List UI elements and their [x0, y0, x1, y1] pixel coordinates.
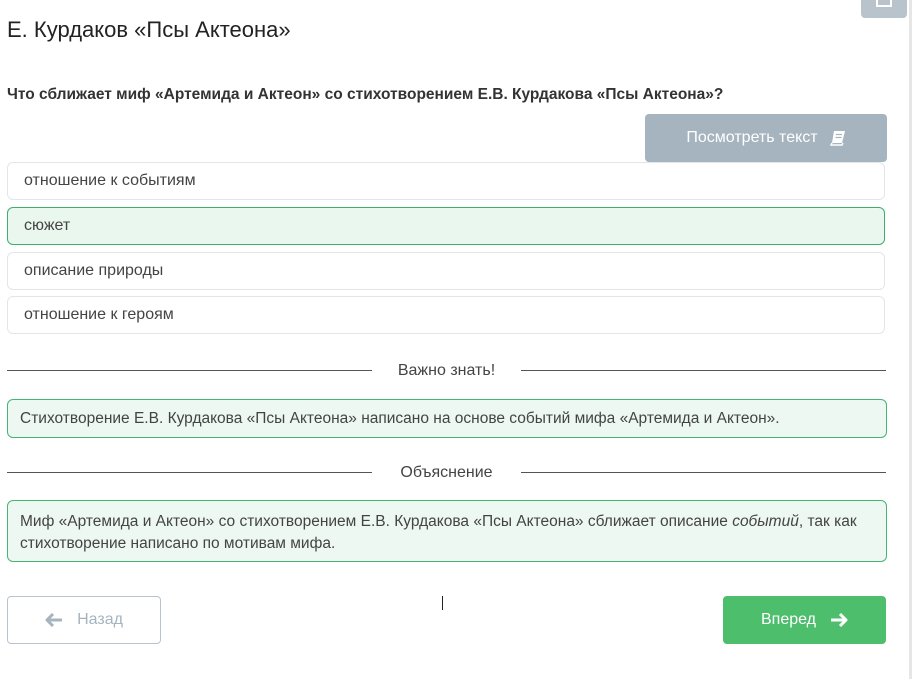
view-text-button-label: Посмотреть текст: [686, 129, 818, 146]
back-button-label: Назад: [77, 611, 123, 628]
view-text-button[interactable]: Посмотреть текст: [645, 114, 887, 162]
answer-option-label: сюжет: [24, 217, 71, 234]
important-text: Стихотворение Е.В. Курдакова «Псы Актеон…: [20, 409, 780, 427]
answer-option-selected[interactable]: сюжет: [7, 207, 885, 245]
arrow-right-icon: [831, 613, 848, 627]
book-icon: [829, 131, 845, 146]
important-box: Стихотворение Е.В. Курдакова «Псы Актеон…: [7, 399, 887, 438]
page-title: Е. Курдаков «Псы Актеона»: [7, 17, 291, 42]
next-button[interactable]: Вперед: [723, 596, 886, 644]
explanation-text: Миф «Артемида и Актеон» со стихотворение…: [20, 513, 733, 530]
answer-option-label: отношение к героям: [24, 306, 174, 323]
explanation-divider: Объяснение: [7, 463, 886, 483]
next-button-label: Вперед: [760, 611, 816, 628]
answer-option-label: отношение к событиям: [24, 172, 196, 189]
answer-option[interactable]: отношение к событиям: [7, 162, 885, 200]
divider-line: [521, 370, 886, 371]
expand-icon: [876, 0, 892, 7]
arrow-left-icon: [45, 613, 63, 627]
explanation-box: Миф «Артемида и Актеон» со стихотворение…: [7, 500, 887, 562]
divider-line: [521, 472, 886, 473]
important-heading: Важно знать!: [397, 362, 496, 379]
question-text: Что сближает миф «Артемида и Актеон» со …: [7, 86, 724, 103]
answer-option[interactable]: описание природы: [7, 252, 885, 290]
answer-option-label: описание природы: [24, 262, 164, 279]
answer-option[interactable]: отношение к героям: [7, 296, 885, 334]
expand-button[interactable]: [861, 0, 907, 18]
explanation-emphasis: событий: [732, 513, 799, 530]
explanation-heading: Объяснение: [400, 464, 493, 481]
important-divider: Важно знать!: [7, 361, 886, 381]
text-cursor: [442, 596, 443, 610]
back-button[interactable]: Назад: [7, 596, 161, 644]
